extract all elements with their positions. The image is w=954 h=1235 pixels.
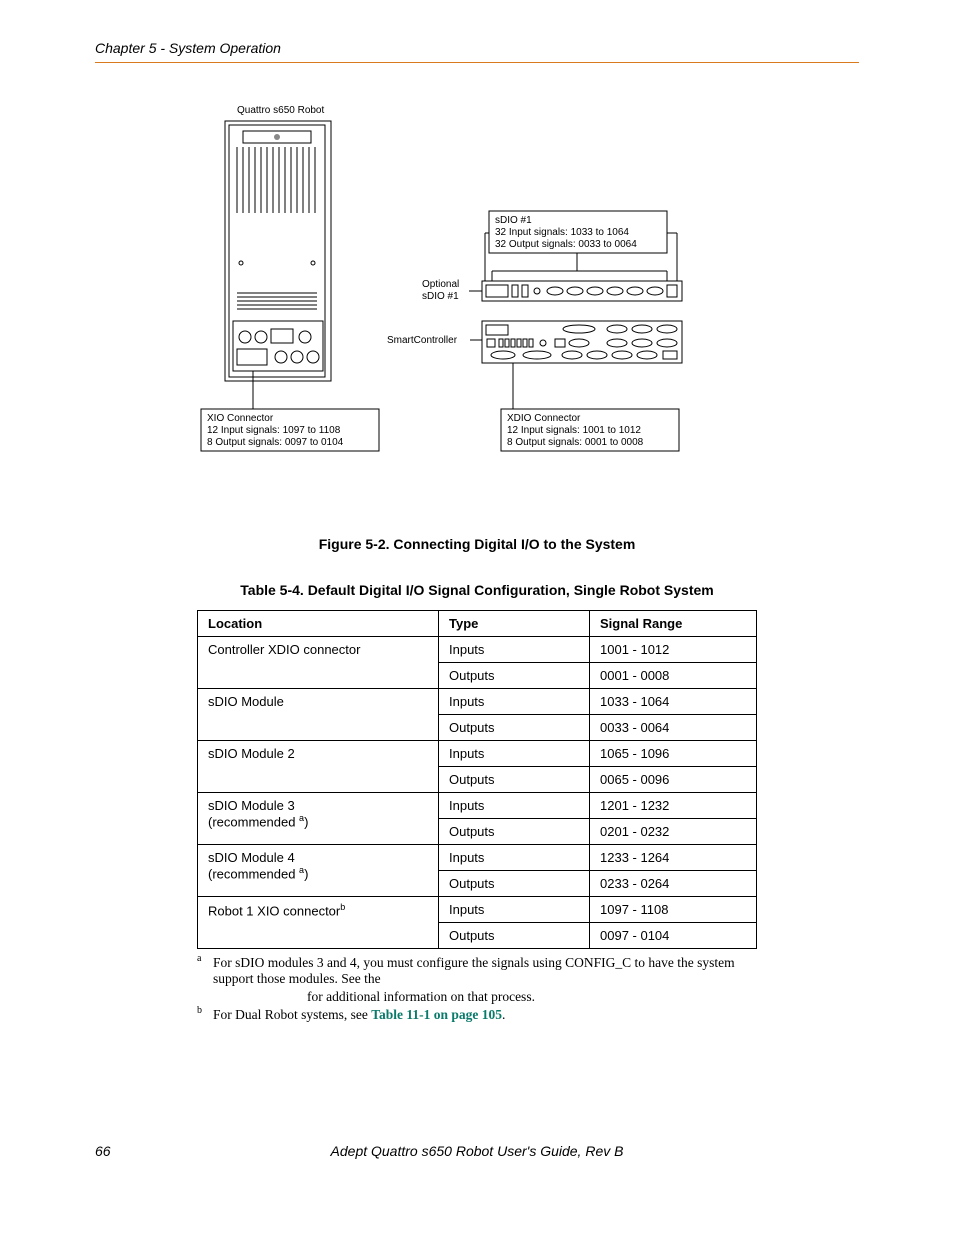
svg-text:12 Input signals: 1001 to 1012: 12 Input signals: 1001 to 1012 — [507, 425, 641, 436]
svg-text:12 Input signals: 1097 to 1108: 12 Input signals: 1097 to 1108 — [207, 425, 341, 436]
table-row: sDIO Module 4 (recommended a) Inputs 123… — [198, 845, 757, 871]
footnotes: a For sDIO modules 3 and 4, you must con… — [197, 955, 757, 1023]
table-caption: Table 5-4. Default Digital I/O Signal Co… — [95, 582, 859, 598]
svg-text:XDIO Connector: XDIO Connector — [507, 413, 581, 424]
xio-box: XIO Connector 12 Input signals: 1097 to … — [201, 409, 379, 451]
optional-sdio-label: Optional sDIO #1 — [422, 279, 459, 302]
page-footer: 66 Adept Quattro s650 Robot User's Guide… — [95, 1143, 859, 1159]
footnote-a-text2: for additional information on that proce… — [307, 989, 535, 1004]
svg-text:8 Output signals: 0097 to 0104: 8 Output signals: 0097 to 0104 — [207, 437, 344, 448]
svg-text:8 Output signals: 0001 to 0008: 8 Output signals: 0001 to 0008 — [507, 437, 644, 448]
robot-label: Quattro s650 Robot — [237, 105, 324, 116]
table-row: Controller XDIO connector Inputs 1001 - … — [198, 637, 757, 663]
svg-text:32 Output signals: 0033 to 006: 32 Output signals: 0033 to 0064 — [495, 239, 637, 250]
svg-text:sDIO #1: sDIO #1 — [495, 215, 532, 226]
svg-text:XIO Connector: XIO Connector — [207, 413, 274, 424]
th-type: Type — [439, 611, 590, 637]
chapter-title: Chapter 5 - System Operation — [95, 40, 281, 56]
footnote-a-sup: a — [197, 953, 201, 964]
page-number: 66 — [95, 1143, 111, 1159]
figure-caption: Figure 5-2. Connecting Digital I/O to th… — [95, 536, 859, 552]
smartcontroller-module — [482, 321, 682, 363]
footer-text: Adept Quattro s650 Robot User's Guide, R… — [331, 1143, 624, 1159]
sdio-label-box: sDIO #1 32 Input signals: 1033 to 1064 3… — [489, 211, 667, 253]
th-location: Location — [198, 611, 439, 637]
svg-text:Optional: Optional — [422, 279, 459, 290]
figure-diagram: Quattro s650 Robot — [177, 103, 777, 506]
footnote-a-text: For sDIO modules 3 and 4, you must confi… — [213, 955, 735, 986]
table-row: sDIO Module Inputs 1033 - 1064 — [198, 689, 757, 715]
footnote-b-sup: b — [197, 1005, 202, 1016]
xdio-box: XDIO Connector 12 Input signals: 1001 to… — [501, 409, 679, 451]
svg-text:sDIO #1: sDIO #1 — [422, 291, 459, 302]
table-row: sDIO Module 3 (recommended a) Inputs 120… — [198, 793, 757, 819]
sdio-module — [482, 281, 682, 301]
footnote-b-link[interactable]: Table 11-1 on page 105 — [371, 1007, 502, 1022]
svg-text:32 Input signals: 1033 to 1064: 32 Input signals: 1033 to 1064 — [495, 227, 629, 238]
robot-tower — [225, 121, 331, 381]
chapter-header: Chapter 5 - System Operation — [95, 40, 859, 63]
footnote-b-text: For Dual Robot systems, see — [213, 1007, 371, 1022]
signal-table: Location Type Signal Range Controller XD… — [197, 610, 757, 949]
smartcontroller-label: SmartController — [387, 335, 458, 346]
table-row: Robot 1 XIO connectorb Inputs 1097 - 110… — [198, 897, 757, 923]
table-row: sDIO Module 2 Inputs 1065 - 1096 — [198, 741, 757, 767]
th-range: Signal Range — [590, 611, 757, 637]
